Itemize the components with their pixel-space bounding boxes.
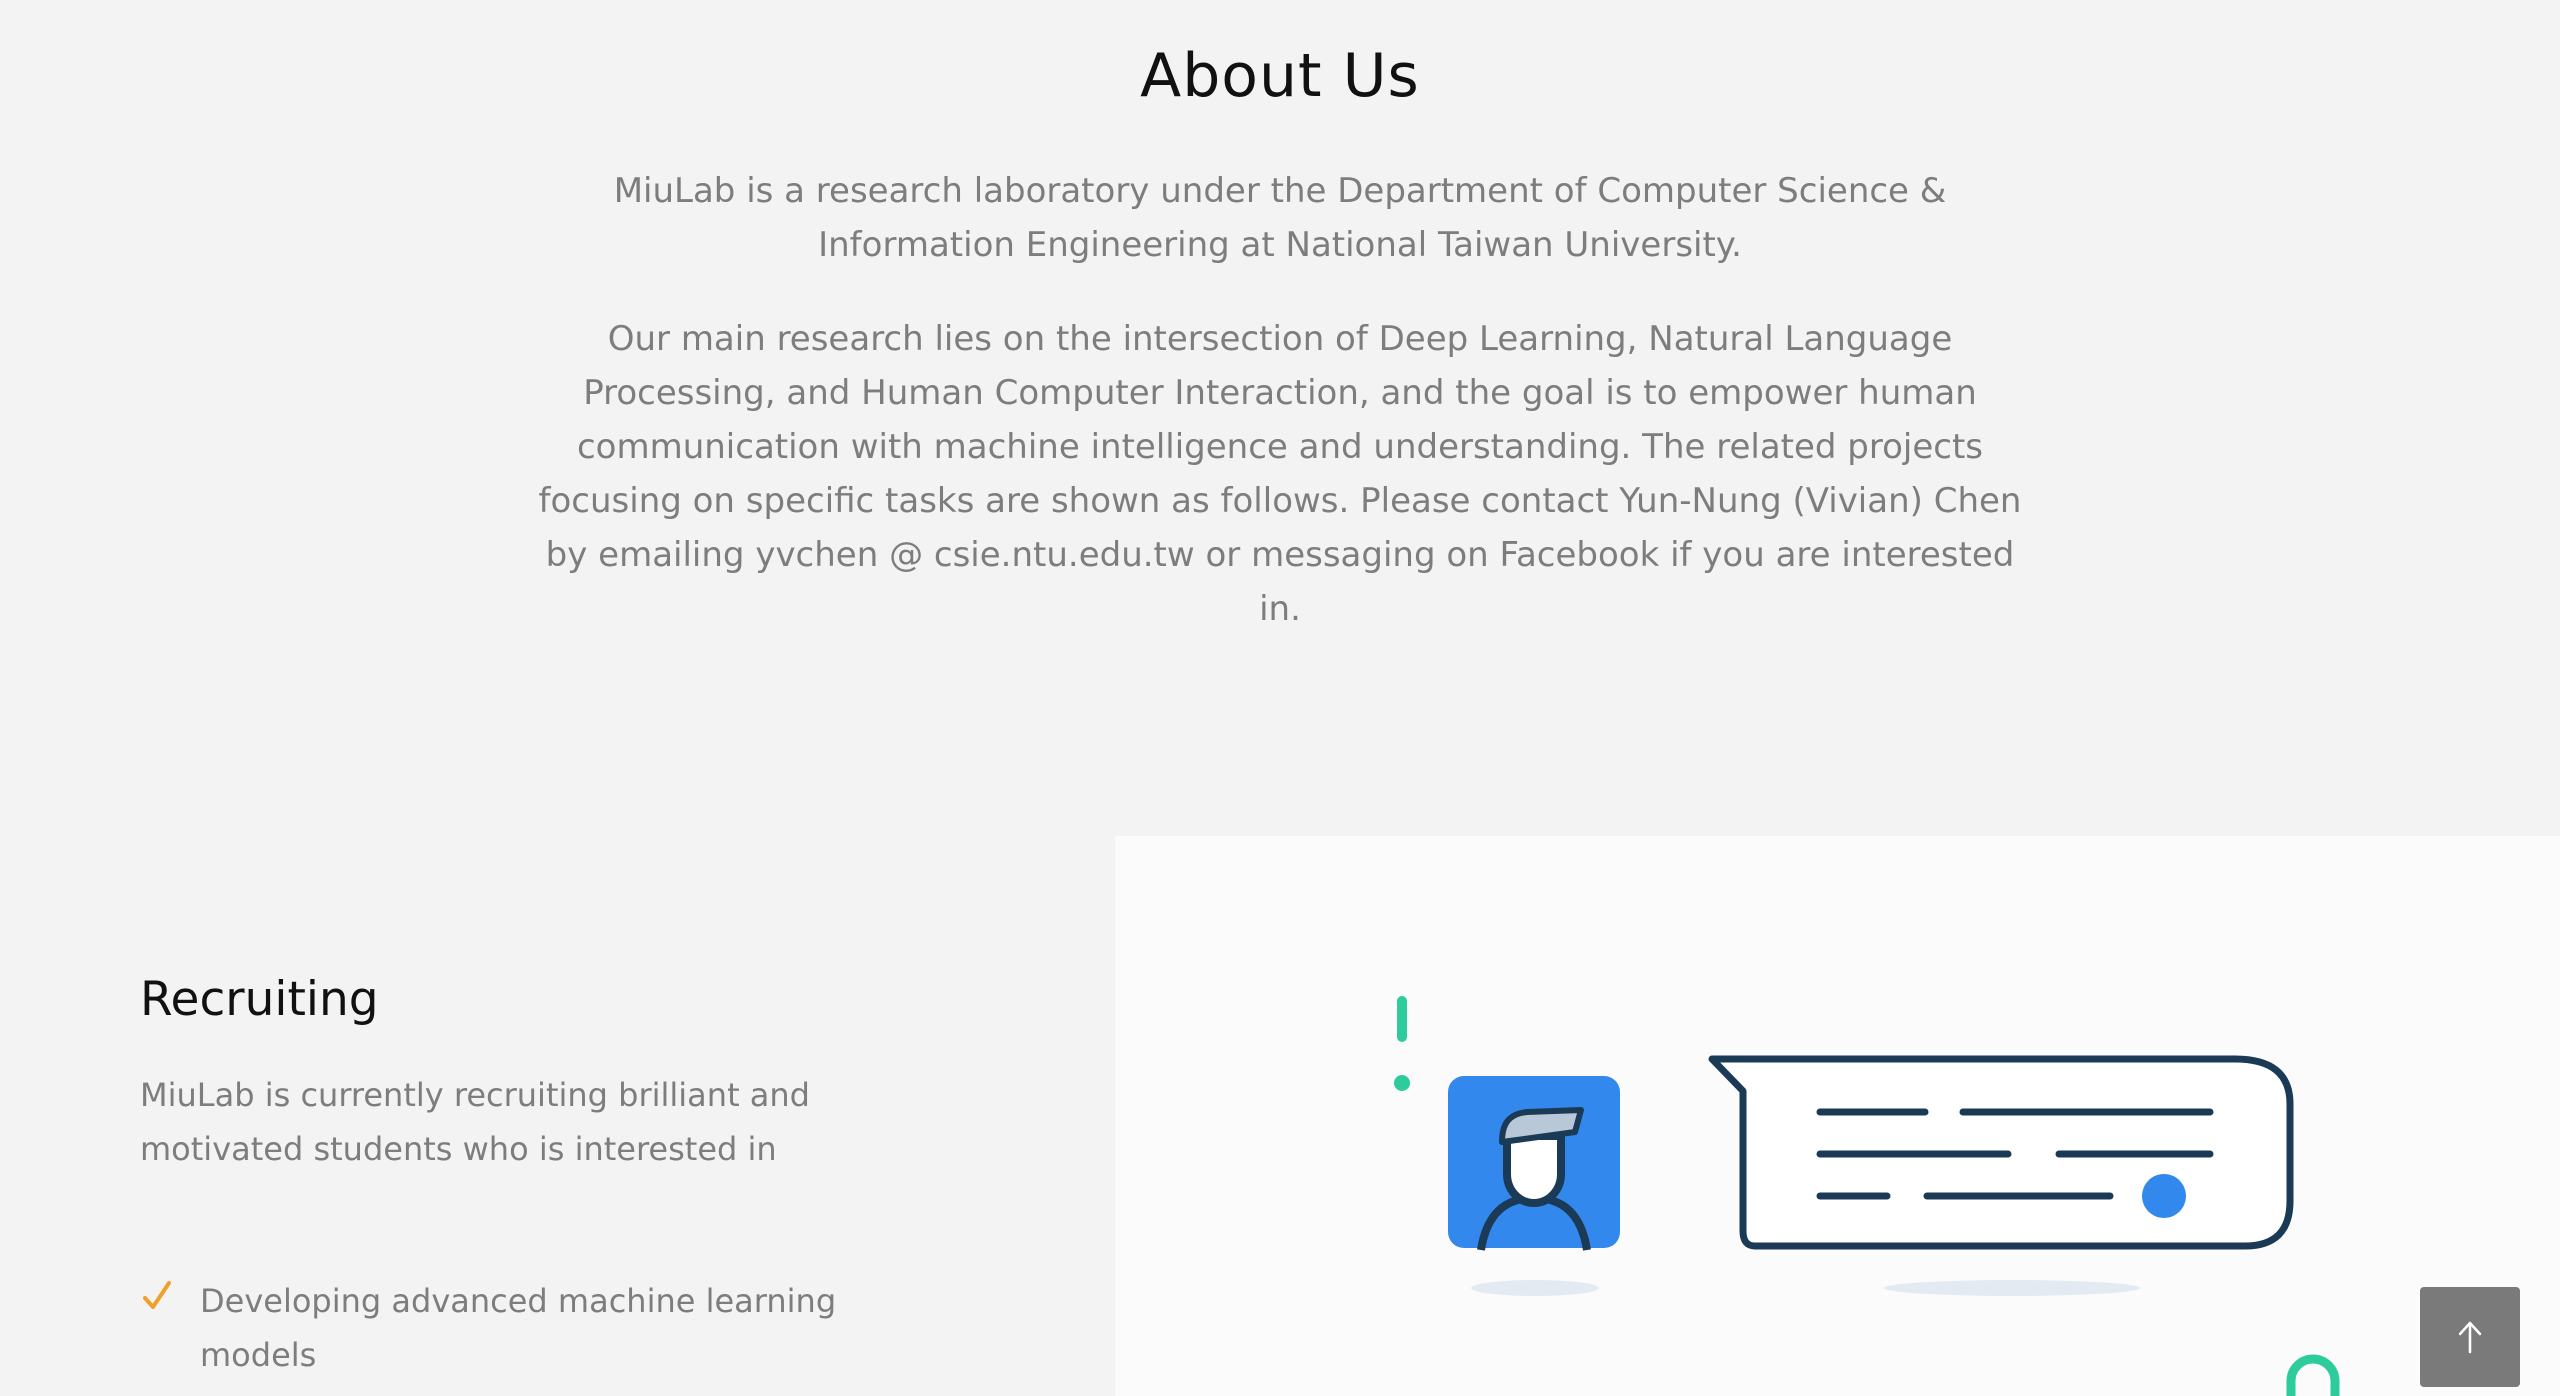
- about-intro-paragraph: MiuLab is a research laboratory under th…: [613, 171, 1947, 265]
- back-to-top-button[interactable]: [2420, 1287, 2520, 1387]
- avatar-icon: [1448, 1076, 1620, 1296]
- arrow-up-icon: [2458, 1321, 2482, 1354]
- check-icon: [143, 1281, 171, 1309]
- chat-illustration-panel: [1115, 836, 2560, 1396]
- recruiting-description: MiuLab is currently recruiting brilliant…: [140, 1076, 810, 1168]
- speech-bubble-icon: [1708, 1055, 2294, 1296]
- recruiting-title: Recruiting: [140, 972, 379, 1027]
- recruiting-list: Developing advanced machine learning mod…: [140, 1274, 900, 1382]
- decorative-shape: [2286, 1354, 2340, 1396]
- recruiting-list-item: Developing advanced machine learning mod…: [140, 1274, 900, 1382]
- about-title: About Us: [1140, 41, 1420, 111]
- about-research-paragraph: Our main research lies on the intersecti…: [538, 319, 2022, 629]
- recruiting-list-item-label: Developing advanced machine learning mod…: [200, 1282, 837, 1374]
- exclamation-icon: [1394, 996, 1410, 1091]
- chat-illustration: [1394, 996, 2340, 1396]
